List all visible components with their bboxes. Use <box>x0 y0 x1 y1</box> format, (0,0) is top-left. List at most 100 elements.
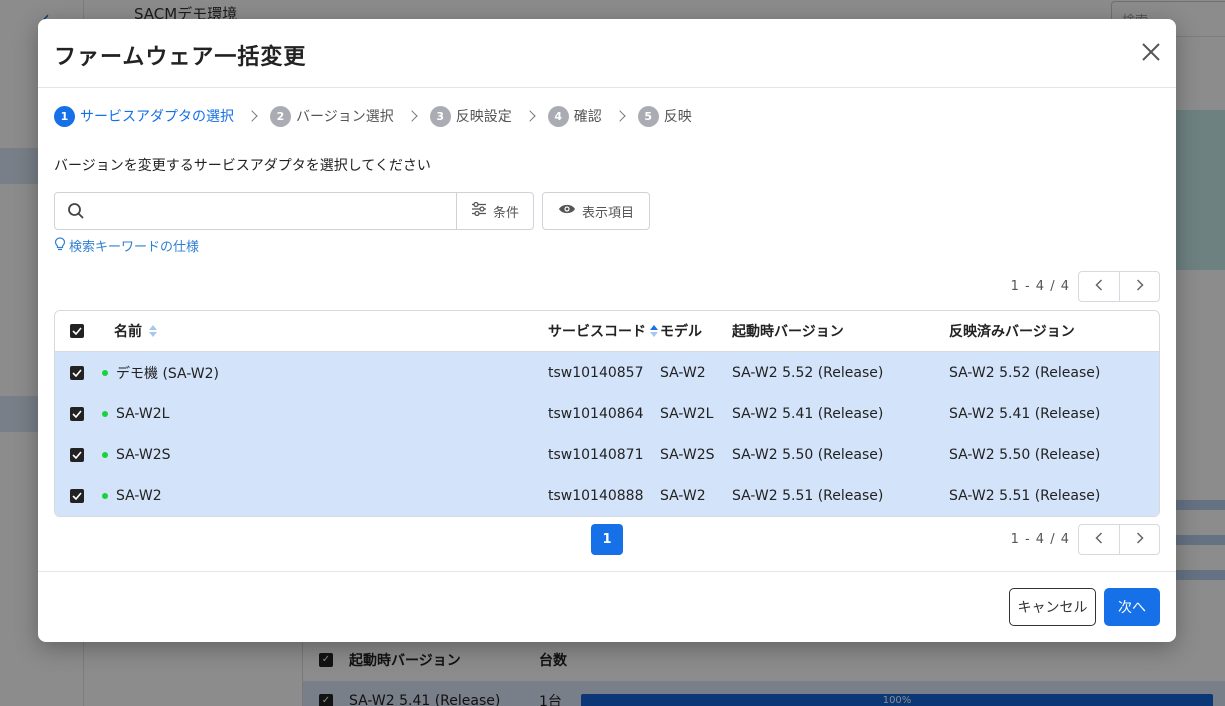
name-cell: SA-W2 <box>102 488 548 504</box>
row-checkbox[interactable] <box>70 406 84 421</box>
adapter-name: SA-W2S <box>116 446 171 463</box>
service-code-cell: tsw10140857 <box>548 364 644 381</box>
condition-label: 条件 <box>492 205 519 221</box>
boot-version-cell: SA-W2 5.50 (Release) <box>732 446 884 463</box>
step-number: 2 <box>270 105 291 127</box>
chevron-right-icon <box>524 110 536 122</box>
step-1: 1 サービスアダプタの選択 <box>54 105 234 127</box>
instruction-text: バージョンを変更するサービスアダプタを選択してください <box>54 158 431 174</box>
name-cell: SA-W2S <box>102 446 548 463</box>
step-3: 3 反映設定 <box>429 105 512 127</box>
chevron-left-icon <box>1095 278 1103 295</box>
dialog-title: ファームウェア一括変更 <box>54 45 307 70</box>
table-body: デモ機 (SA-W2) tsw10140857 SA-W2 SA-W2 5.52… <box>55 352 1159 516</box>
service-adapter-table: 名前 サービスコード モデル 起動時バージョン 反映済みバージョン デモ機 (S… <box>54 310 1160 517</box>
row-checkbox[interactable] <box>70 365 84 380</box>
step-4: 4 確認 <box>547 105 602 127</box>
sort-icon[interactable] <box>148 324 158 338</box>
next-button[interactable]: 次へ <box>1104 588 1160 626</box>
next-page-button[interactable] <box>1119 272 1159 301</box>
boot-version-cell: SA-W2 5.41 (Release) <box>732 405 884 422</box>
column-header-service-code-label: サービスコード <box>548 324 646 340</box>
prev-page-button[interactable] <box>1079 272 1119 301</box>
firmware-bulk-change-dialog: ファームウェア一括変更 1 サービスアダプタの選択 2 バージョン選択 3 反映… <box>38 19 1176 642</box>
name-cell: SA-W2L <box>102 406 548 422</box>
status-online-icon <box>102 492 108 499</box>
table-row[interactable]: デモ機 (SA-W2) tsw10140857 SA-W2 SA-W2 5.52… <box>55 352 1159 393</box>
column-header-service-code[interactable]: サービスコード <box>548 321 660 341</box>
search-field <box>55 193 456 229</box>
step-number: 5 <box>637 105 659 127</box>
dialog-header: ファームウェア一括変更 <box>38 19 1176 88</box>
chevron-right-icon <box>1136 278 1144 295</box>
column-header-applied-version: 反映済みバージョン <box>949 324 1075 340</box>
chevron-right-icon <box>1136 531 1144 548</box>
pagination-info: 1 - 4 / 4 <box>1010 279 1070 294</box>
boot-version-cell: SA-W2 5.51 (Release) <box>732 487 884 504</box>
model-cell: SA-W2S <box>660 446 715 463</box>
chevron-left-icon <box>1095 531 1103 548</box>
table-header-row: 名前 サービスコード モデル 起動時バージョン 反映済みバージョン <box>55 311 1159 352</box>
column-header-name[interactable]: 名前 <box>114 321 548 341</box>
cancel-button[interactable]: キャンセル <box>1009 588 1096 626</box>
applied-version-cell: SA-W2 5.51 (Release) <box>949 487 1101 504</box>
view-items-label: 表示項目 <box>581 205 634 221</box>
column-header-name-label: 名前 <box>114 324 142 340</box>
status-online-icon <box>102 451 108 458</box>
lightbulb-icon <box>54 236 66 255</box>
step-5: 5 反映 <box>637 105 692 127</box>
service-code-cell: tsw10140888 <box>548 487 644 504</box>
sliders-icon <box>471 201 487 220</box>
step-2: 2 バージョン選択 <box>270 105 394 127</box>
select-all-checkbox[interactable] <box>70 324 84 338</box>
chevron-right-icon <box>614 110 626 122</box>
step-number: 3 <box>429 105 451 127</box>
prev-page-button[interactable] <box>1079 525 1119 554</box>
next-page-button[interactable] <box>1119 525 1159 554</box>
table-row[interactable]: SA-W2 tsw10140888 SA-W2 SA-W2 5.51 (Rele… <box>55 475 1159 516</box>
pagination-buttons <box>1078 271 1160 302</box>
step-label: サービスアダプタの選択 <box>80 109 234 125</box>
chevron-right-icon <box>246 110 258 122</box>
step-number: 4 <box>547 105 569 127</box>
keyword-spec-label: 検索キーワードの仕様 <box>69 240 200 255</box>
search-icon <box>67 202 85 224</box>
applied-version-cell: SA-W2 5.50 (Release) <box>949 446 1101 463</box>
applied-version-cell: SA-W2 5.41 (Release) <box>949 405 1101 422</box>
row-checkbox[interactable] <box>70 447 84 462</box>
pagination-buttons <box>1078 524 1160 555</box>
page-1-button[interactable]: 1 <box>591 524 623 555</box>
view-items-button[interactable]: 表示項目 <box>542 192 650 230</box>
row-checkbox[interactable] <box>70 488 84 503</box>
stepper: 1 サービスアダプタの選択 2 バージョン選択 3 反映設定 4 確認 5 反映 <box>54 105 692 127</box>
sort-ascending-icon[interactable] <box>649 324 659 338</box>
boot-version-cell: SA-W2 5.52 (Release) <box>732 364 884 381</box>
status-online-icon <box>102 369 108 376</box>
service-code-cell: tsw10140871 <box>548 446 644 463</box>
status-online-icon <box>102 410 108 417</box>
step-label: 確認 <box>573 109 602 125</box>
eye-icon <box>558 203 576 219</box>
condition-button[interactable]: 条件 <box>456 193 533 229</box>
chevron-right-icon <box>406 110 418 122</box>
model-cell: SA-W2 <box>660 364 706 381</box>
step-label: 反映設定 <box>455 109 512 125</box>
search-input[interactable] <box>55 193 456 229</box>
close-icon[interactable] <box>1140 41 1162 63</box>
name-cell: デモ機 (SA-W2) <box>102 363 548 383</box>
column-header-boot-version: 起動時バージョン <box>732 324 844 340</box>
pagination-bottom: 1 - 4 / 4 <box>1011 524 1160 555</box>
select-all-cell <box>55 324 114 338</box>
table-row[interactable]: SA-W2L tsw10140864 SA-W2L SA-W2 5.41 (Re… <box>55 393 1159 434</box>
model-cell: SA-W2 <box>660 487 706 504</box>
service-code-cell: tsw10140864 <box>548 405 644 422</box>
applied-version-cell: SA-W2 5.52 (Release) <box>949 364 1101 381</box>
dialog-footer: キャンセル 次へ <box>38 571 1176 642</box>
adapter-name: デモ機 (SA-W2) <box>116 365 220 382</box>
table-row[interactable]: SA-W2S tsw10140871 SA-W2S SA-W2 5.50 (Re… <box>55 434 1159 475</box>
step-label: バージョン選択 <box>296 109 394 125</box>
step-number: 1 <box>54 105 75 127</box>
column-header-model: モデル <box>660 324 702 340</box>
step-label: 反映 <box>663 109 692 125</box>
keyword-spec-link[interactable]: 検索キーワードの仕様 <box>54 236 199 255</box>
